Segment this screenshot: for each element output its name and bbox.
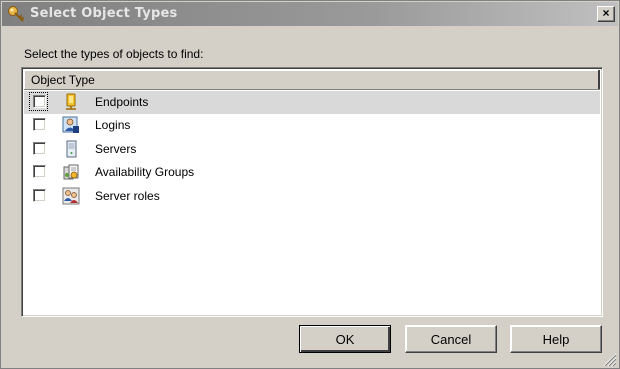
- help-button[interactable]: Help: [510, 325, 602, 353]
- column-header-object-type[interactable]: Object Type: [24, 70, 600, 90]
- list-item-endpoints[interactable]: Endpoints: [24, 91, 600, 114]
- list-item-server-roles[interactable]: Server roles: [24, 185, 600, 208]
- list-item-servers[interactable]: Servers: [24, 138, 600, 161]
- close-button[interactable]: ×: [597, 6, 615, 22]
- cancel-button[interactable]: Cancel: [405, 325, 497, 353]
- endpoint-icon: [66, 93, 76, 110]
- availability-groups-checkbox[interactable]: [33, 165, 46, 178]
- list-item-logins[interactable]: Logins: [24, 114, 600, 137]
- list-item-label: Availability Groups: [95, 165, 195, 179]
- resize-grip-icon[interactable]: [601, 351, 617, 367]
- server-icon: [66, 140, 77, 158]
- logins-checkbox[interactable]: [33, 118, 46, 131]
- list-item-label: Server roles: [95, 189, 160, 203]
- column-header-label: Object Type: [31, 73, 95, 87]
- window-title: Select Object Types: [30, 6, 178, 21]
- list-item-label: Logins: [95, 118, 131, 132]
- servers-checkbox[interactable]: [33, 142, 46, 155]
- column-header-divider: [598, 70, 600, 89]
- title-bar[interactable]: Select Object Types ×: [2, 2, 618, 26]
- list-item-availability-groups[interactable]: Availability Groups: [24, 161, 600, 184]
- prompt-label: Select the types of objects to find:: [24, 47, 204, 61]
- server-roles-checkbox[interactable]: [33, 189, 46, 202]
- ok-button[interactable]: OK: [299, 325, 391, 353]
- endpoints-checkbox[interactable]: [33, 95, 46, 108]
- availability-group-icon: [63, 164, 79, 180]
- server-role-icon: [62, 187, 80, 205]
- list-item-label: Endpoints: [95, 95, 149, 109]
- select-object-types-dialog: Select Object Types × Select the types o…: [0, 0, 620, 369]
- object-type-list[interactable]: Object Type Endpoints Logins Servers Ava…: [21, 67, 603, 317]
- list-item-label: Servers: [95, 142, 137, 156]
- key-icon: [8, 6, 24, 22]
- login-icon: [62, 116, 79, 133]
